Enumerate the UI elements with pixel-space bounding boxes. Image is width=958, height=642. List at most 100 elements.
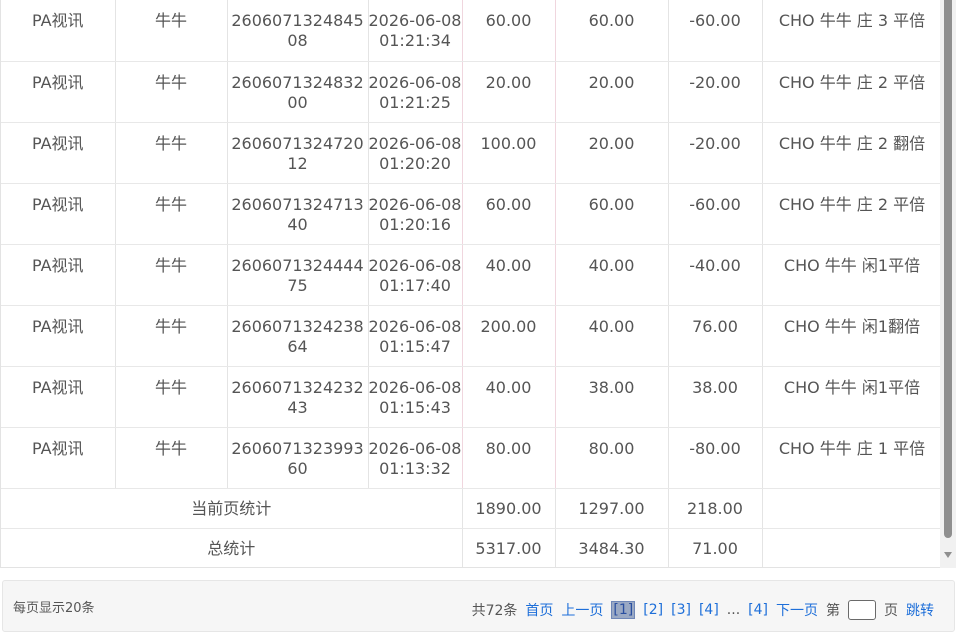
platform-cell: PA视讯 [1, 61, 116, 123]
platform-cell: PA视讯 [1, 305, 116, 367]
platform-cell: PA视讯 [1, 244, 116, 306]
page-summary-valid-bet: 1297.00 [555, 488, 669, 529]
records-table-container: PA视讯 牛牛 260607132484508 2026-06-08 01:21:34 6… [0, 0, 940, 568]
order-id-cell: 260607132444475 [227, 244, 369, 306]
goto-page-input[interactable] [848, 600, 876, 620]
time-cell: 2026-06-08 01:17:40 [368, 244, 463, 306]
time-date: 2026-06-08 [368, 438, 462, 458]
time-cell: 2026-06-08 01:21:34 [368, 0, 463, 62]
detail-cell: CHO 牛牛 庄 1 平倍 [762, 427, 940, 489]
platform-cell: PA视讯 [1, 122, 116, 184]
page-link-3[interactable]: [3] [671, 602, 691, 618]
detail-cell: CHO 牛牛 庄 3 平倍 [762, 0, 940, 62]
table-row: PA视讯 牛牛 260607132472012 2026-06-08 01:20:20 1… [1, 122, 940, 184]
next-page-link[interactable]: 下一页 [776, 600, 818, 620]
valid-bet-cell: 20.00 [555, 61, 669, 123]
scrollbar-thumb[interactable] [944, 0, 952, 538]
time-clock: 01:17:40 [379, 275, 451, 295]
table-row: PA视讯 牛牛 260607132423864 2026-06-08 01:15:47 2… [1, 305, 940, 367]
platform-cell: PA视讯 [1, 0, 116, 62]
bet-cell: 200.00 [462, 305, 556, 367]
win-loss-cell: 76.00 [668, 305, 763, 367]
total-summary-win-loss: 71.00 [668, 528, 763, 567]
vertical-scrollbar[interactable] [940, 0, 956, 568]
win-loss-cell: 38.00 [668, 366, 763, 428]
last-page-link[interactable]: [4] [748, 602, 768, 618]
pagination: 共72条 首页 上一页 [1] [2] [3] [4] ... [4] 下一页 … [468, 600, 938, 620]
prev-page-link[interactable]: 上一页 [561, 600, 603, 620]
time-date: 2026-06-08 [368, 133, 462, 153]
game-cell: 牛牛 [115, 0, 228, 62]
game-cell: 牛牛 [115, 61, 228, 123]
detail-cell: CHO 牛牛 闲1平倍 [762, 244, 940, 306]
per-page-label: 每页显示20条 [13, 601, 95, 616]
time-date: 2026-06-08 [368, 194, 462, 214]
order-id-cell: 260607132471340 [227, 183, 369, 245]
records-table: PA视讯 牛牛 260607132484508 2026-06-08 01:21:34 6… [1, 0, 940, 567]
platform-cell: PA视讯 [1, 366, 116, 428]
detail-cell: CHO 牛牛 庄 2 翻倍 [762, 122, 940, 184]
page-link-2[interactable]: [2] [643, 602, 663, 618]
platform-cell: PA视讯 [1, 427, 116, 489]
win-loss-cell: -20.00 [668, 61, 763, 123]
total-count: 共72条 [471, 603, 518, 619]
order-id-cell: 260607132399360 [227, 427, 369, 489]
order-id-cell: 260607132484508 [227, 0, 369, 62]
time-cell: 2026-06-08 01:15:43 [368, 366, 463, 428]
game-cell: 牛牛 [115, 122, 228, 184]
page-summary-empty [762, 488, 940, 529]
game-cell: 牛牛 [115, 305, 228, 367]
detail-cell: CHO 牛牛 庄 2 平倍 [762, 183, 940, 245]
valid-bet-cell: 20.00 [555, 122, 669, 184]
order-id-cell: 260607132483200 [227, 61, 369, 123]
goto-prefix: 第 [826, 603, 840, 619]
total-summary-label: 总统计 [1, 528, 463, 567]
table-row: PA视讯 牛牛 260607132483200 2026-06-08 01:21:25 2… [1, 61, 940, 123]
time-clock: 01:20:16 [379, 214, 451, 234]
win-loss-cell: -80.00 [668, 427, 763, 489]
valid-bet-cell: 40.00 [555, 305, 669, 367]
pagination-ellipsis: ... [726, 602, 741, 618]
total-summary-valid-bet: 3484.30 [555, 528, 669, 567]
win-loss-cell: -40.00 [668, 244, 763, 306]
table-row: PA视讯 牛牛 260607132444475 2026-06-08 01:17:40 4… [1, 244, 940, 306]
total-summary-empty [762, 528, 940, 567]
time-date: 2026-06-08 [368, 255, 462, 275]
jump-button[interactable]: 跳转 [906, 600, 934, 620]
first-page-link[interactable]: 首页 [525, 600, 553, 620]
scroll-down-arrow-icon[interactable] [944, 552, 952, 558]
table-row: PA视讯 牛牛 260607132399360 2026-06-08 01:13:32 8… [1, 427, 940, 489]
time-date: 2026-06-08 [368, 377, 462, 397]
total-summary-row: 总统计 5317.00 3484.30 71.00 [1, 528, 940, 567]
order-id-cell: 260607132472012 [227, 122, 369, 184]
page-summary-row: 当前页统计 1890.00 1297.00 218.00 [1, 488, 940, 529]
win-loss-cell: -20.00 [668, 122, 763, 184]
page-summary-bet: 1890.00 [462, 488, 556, 529]
bet-cell: 80.00 [462, 427, 556, 489]
time-date: 2026-06-08 [368, 316, 462, 336]
table-row: PA视讯 牛牛 260607132471340 2026-06-08 01:20:16 6… [1, 183, 940, 245]
bet-cell: 60.00 [462, 183, 556, 245]
bet-cell: 20.00 [462, 61, 556, 123]
total-summary-bet: 5317.00 [462, 528, 556, 567]
goto-suffix: 页 [884, 603, 898, 619]
page-link-4[interactable]: [4] [699, 602, 719, 618]
time-clock: 01:15:43 [379, 397, 451, 417]
summary-body: 当前页统计 1890.00 1297.00 218.00 总统计 5317.00… [1, 488, 940, 567]
page-link-1-current[interactable]: [1] [611, 601, 636, 619]
time-clock: 01:21:25 [379, 92, 451, 112]
bet-cell: 40.00 [462, 244, 556, 306]
bet-cell: 40.00 [462, 366, 556, 428]
platform-cell: PA视讯 [1, 183, 116, 245]
bet-cell: 60.00 [462, 0, 556, 62]
page-summary-win-loss: 218.00 [668, 488, 763, 529]
time-cell: 2026-06-08 01:20:20 [368, 122, 463, 184]
page-summary-label: 当前页统计 [1, 488, 463, 529]
order-id-cell: 260607132423243 [227, 366, 369, 428]
win-loss-cell: -60.00 [668, 0, 763, 62]
table-body: PA视讯 牛牛 260607132484508 2026-06-08 01:21:34 6… [1, 0, 940, 489]
game-cell: 牛牛 [115, 366, 228, 428]
valid-bet-cell: 40.00 [555, 244, 669, 306]
valid-bet-cell: 38.00 [555, 366, 669, 428]
valid-bet-cell: 80.00 [555, 427, 669, 489]
